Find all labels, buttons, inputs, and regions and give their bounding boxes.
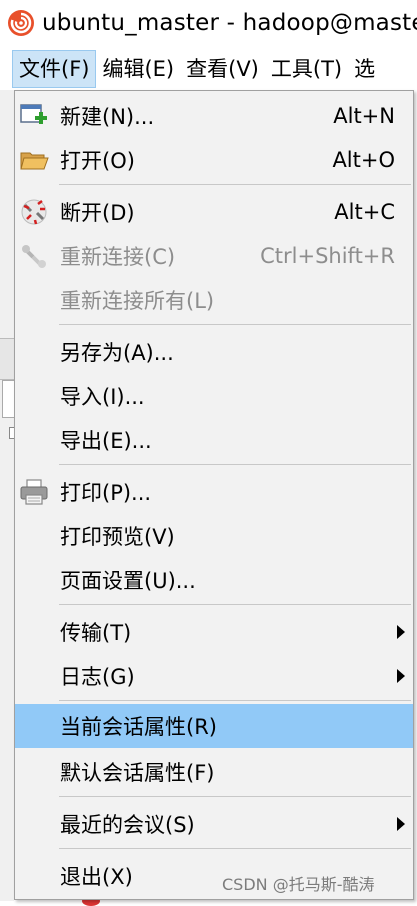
menu-view[interactable]: 查看(V)	[180, 50, 265, 88]
reconnect-icon	[22, 245, 46, 268]
menu-item-label: 另存为(A)...	[60, 341, 174, 365]
menu-item-shortcut: Ctrl+Shift+R	[260, 244, 395, 268]
menu-item-label: 日志(G)	[60, 665, 135, 689]
menu-file[interactable]: 文件(F)	[12, 50, 97, 88]
menu-item-current-session-properties[interactable]: 当前会话属性(R)	[15, 704, 413, 748]
menu-item-shortcut: Alt+O	[332, 148, 395, 172]
file-menu-dropdown: 新建(N)... Alt+N 打开(O) Alt+O 断开(D) Alt+C 重…	[14, 90, 414, 900]
menu-separator	[59, 464, 411, 465]
menu-separator	[59, 700, 411, 701]
menu-item-page-setup[interactable]: 页面设置(U)...	[15, 558, 413, 602]
menu-item-save-as[interactable]: 另存为(A)...	[15, 330, 413, 374]
menu-item-print[interactable]: 打印(P)...	[15, 470, 413, 514]
menu-separator	[59, 184, 411, 185]
menu-item-label: 打印(P)...	[60, 481, 152, 505]
menu-options[interactable]: 选	[348, 50, 381, 88]
menu-separator	[59, 796, 411, 797]
menu-item-label: 新建(N)...	[60, 105, 155, 129]
watermark-text: CSDN @托马斯-酷涛	[222, 875, 375, 894]
menu-item-import[interactable]: 导入(I)...	[15, 374, 413, 418]
menu-item-reconnect-all[interactable]: 重新连接所有(L)	[15, 278, 413, 322]
menu-item-new[interactable]: 新建(N)... Alt+N	[15, 94, 413, 138]
menu-separator	[59, 848, 411, 849]
menu-item-label: 导入(I)...	[60, 385, 145, 409]
menu-item-shortcut: Alt+C	[334, 200, 395, 224]
menu-item-log[interactable]: 日志(G)	[15, 654, 413, 698]
printer-icon	[20, 479, 48, 505]
menu-edit[interactable]: 编辑(E)	[96, 50, 180, 88]
menu-item-recent-sessions[interactable]: 最近的会议(S)	[15, 802, 413, 846]
menu-bar: 文件(F) 编辑(E) 查看(V) 工具(T) 选	[0, 48, 417, 90]
menu-separator	[59, 324, 411, 325]
folder-open-icon	[20, 152, 49, 170]
background-window	[0, 90, 19, 901]
disconnect-icon	[21, 199, 47, 225]
menu-item-export[interactable]: 导出(E)...	[15, 418, 413, 462]
menu-item-default-session-properties[interactable]: 默认会话属性(F)	[15, 750, 413, 794]
submenu-arrow-icon	[397, 669, 405, 683]
menu-item-shortcut: Alt+N	[333, 104, 395, 128]
menu-item-label: 退出(X)	[60, 865, 133, 889]
menu-separator	[59, 604, 411, 605]
menu-item-open[interactable]: 打开(O) Alt+O	[15, 138, 413, 182]
menu-item-label: 重新连接(C)	[60, 245, 176, 269]
new-session-icon	[20, 104, 47, 124]
window-title: ubuntu_master - hadoop@maste	[42, 10, 417, 36]
menu-item-reconnect[interactable]: 重新连接(C) Ctrl+Shift+R	[15, 234, 413, 278]
menu-item-label: 默认会话属性(F)	[60, 761, 215, 785]
menu-item-label: 打印预览(V)	[60, 525, 175, 549]
menu-item-transfer[interactable]: 传输(T)	[15, 610, 413, 654]
menu-item-disconnect[interactable]: 断开(D) Alt+C	[15, 190, 413, 234]
menu-item-label: 最近的会议(S)	[60, 813, 195, 837]
submenu-arrow-icon	[397, 817, 405, 831]
menu-item-label: 导出(E)...	[60, 429, 152, 453]
app-logo-icon	[8, 10, 34, 36]
submenu-arrow-icon	[397, 625, 405, 639]
menu-item-label: 当前会话属性(R)	[60, 715, 217, 739]
menu-tools[interactable]: 工具(T)	[265, 50, 348, 88]
background-tab	[0, 338, 14, 380]
menu-item-label: 断开(D)	[60, 201, 135, 225]
menu-item-label: 页面设置(U)...	[60, 569, 196, 593]
menu-item-print-preview[interactable]: 打印预览(V)	[15, 514, 413, 558]
menu-item-label: 打开(O)	[60, 149, 135, 173]
menu-item-label: 重新连接所有(L)	[60, 289, 215, 313]
title-bar: ubuntu_master - hadoop@maste	[0, 0, 417, 46]
menu-item-label: 传输(T)	[60, 621, 132, 645]
